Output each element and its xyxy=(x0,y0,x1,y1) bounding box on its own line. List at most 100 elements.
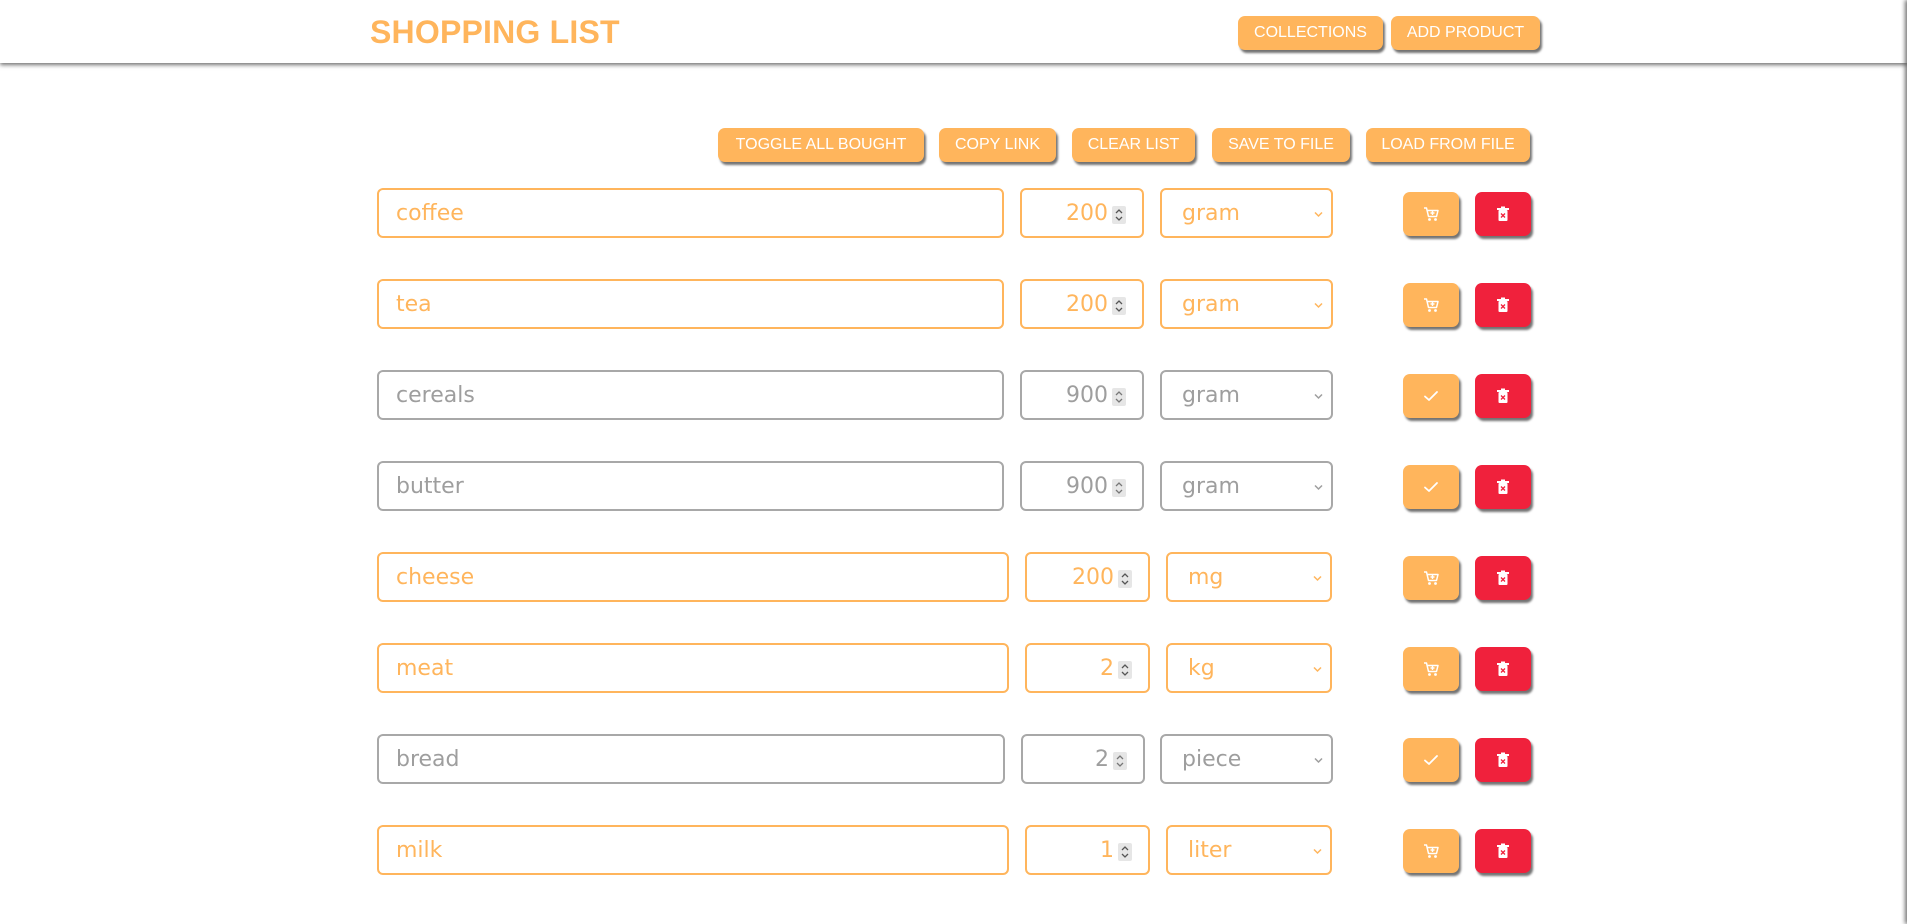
product-name-input[interactable]: meat xyxy=(377,643,1009,693)
trash-icon xyxy=(1497,661,1509,676)
unit-select[interactable]: gram xyxy=(1160,370,1333,420)
cart-icon xyxy=(1424,662,1439,676)
unit-select[interactable]: mg xyxy=(1166,552,1332,602)
unit-value: gram xyxy=(1182,382,1240,408)
trash-icon xyxy=(1497,388,1509,403)
delete-item-button[interactable] xyxy=(1475,192,1531,236)
trash-icon xyxy=(1497,297,1509,312)
save-to-file-button[interactable]: SAVE TO FILE xyxy=(1212,128,1350,162)
collections-button[interactable]: COLLECTIONS xyxy=(1238,16,1383,50)
quantity-value: 900 xyxy=(1066,473,1108,499)
list-item: meat 2 kg xyxy=(0,643,1920,693)
quantity-input[interactable]: 200 xyxy=(1020,279,1144,329)
unit-value: mg xyxy=(1188,564,1224,590)
quantity-input[interactable]: 900 xyxy=(1020,461,1144,511)
quantity-spinner-icon[interactable] xyxy=(1112,206,1126,224)
toggle-bought-button[interactable] xyxy=(1403,283,1459,327)
unit-value: gram xyxy=(1182,291,1240,317)
delete-item-button[interactable] xyxy=(1475,647,1531,691)
product-name-input[interactable]: milk xyxy=(377,825,1009,875)
unit-value: kg xyxy=(1188,655,1215,681)
clear-list-button[interactable]: CLEAR LIST xyxy=(1072,128,1195,162)
product-name-input[interactable]: tea xyxy=(377,279,1004,329)
delete-item-button[interactable] xyxy=(1475,829,1531,873)
quantity-value: 200 xyxy=(1066,291,1108,317)
unit-value: gram xyxy=(1182,473,1240,499)
product-name-input[interactable]: bread xyxy=(377,734,1005,784)
chevron-down-icon xyxy=(1314,484,1323,491)
top-navbar: SHOPPING LIST COLLECTIONS ADD PRODUCT xyxy=(0,0,1907,63)
app-title[interactable]: SHOPPING LIST xyxy=(370,14,620,51)
quantity-input[interactable]: 1 xyxy=(1025,825,1150,875)
unit-select[interactable]: gram xyxy=(1160,188,1333,238)
product-name-input[interactable]: cheese xyxy=(377,552,1009,602)
check-icon xyxy=(1424,482,1438,492)
quantity-spinner-icon[interactable] xyxy=(1118,843,1132,861)
list-item: coffee 200 gram xyxy=(0,188,1920,238)
delete-item-button[interactable] xyxy=(1475,738,1531,782)
vertical-scrollbar[interactable] xyxy=(1907,0,1920,924)
unit-select[interactable]: piece xyxy=(1160,734,1333,784)
toggle-bought-button[interactable] xyxy=(1403,556,1459,600)
quantity-spinner-icon[interactable] xyxy=(1118,661,1132,679)
copy-link-button[interactable]: COPY LINK xyxy=(939,128,1056,162)
quantity-input[interactable]: 2 xyxy=(1025,643,1150,693)
chevron-down-icon xyxy=(1313,848,1322,855)
trash-icon xyxy=(1497,206,1509,221)
quantity-value: 1 xyxy=(1100,837,1114,863)
list-item: tea 200 gram xyxy=(0,279,1920,329)
unit-value: gram xyxy=(1182,200,1240,226)
product-name-input[interactable]: butter xyxy=(377,461,1004,511)
unit-select[interactable]: liter xyxy=(1166,825,1332,875)
add-product-button[interactable]: ADD PRODUCT xyxy=(1391,16,1540,50)
quantity-spinner-icon[interactable] xyxy=(1112,297,1126,315)
list-item: cheese 200 mg xyxy=(0,552,1920,602)
trash-icon xyxy=(1497,570,1509,585)
quantity-value: 2 xyxy=(1095,746,1109,772)
cart-icon xyxy=(1424,571,1439,585)
toggle-bought-button[interactable] xyxy=(1403,738,1459,782)
list-item: milk 1 liter xyxy=(0,825,1920,875)
unit-value: liter xyxy=(1188,837,1232,863)
toggle-bought-button[interactable] xyxy=(1403,374,1459,418)
product-name-input[interactable]: coffee xyxy=(377,188,1004,238)
chevron-down-icon xyxy=(1314,757,1323,764)
chevron-down-icon xyxy=(1314,302,1323,309)
list-item: cereals 900 gram xyxy=(0,370,1920,420)
delete-item-button[interactable] xyxy=(1475,283,1531,327)
quantity-input[interactable]: 2 xyxy=(1021,734,1145,784)
chevron-down-icon xyxy=(1314,211,1323,218)
chevron-down-icon xyxy=(1313,666,1322,673)
unit-select[interactable]: gram xyxy=(1160,461,1333,511)
quantity-value: 2 xyxy=(1100,655,1114,681)
trash-icon xyxy=(1497,843,1509,858)
trash-icon xyxy=(1497,479,1509,494)
quantity-spinner-icon[interactable] xyxy=(1113,752,1127,770)
quantity-value: 200 xyxy=(1072,564,1114,590)
quantity-input[interactable]: 200 xyxy=(1025,552,1150,602)
product-name-input[interactable]: cereals xyxy=(377,370,1004,420)
chevron-down-icon xyxy=(1314,393,1323,400)
quantity-spinner-icon[interactable] xyxy=(1112,479,1126,497)
list-item: bread 2 piece xyxy=(0,734,1920,784)
delete-item-button[interactable] xyxy=(1475,465,1531,509)
quantity-spinner-icon[interactable] xyxy=(1112,388,1126,406)
load-from-file-button[interactable]: LOAD FROM FILE xyxy=(1366,128,1530,162)
quantity-input[interactable]: 900 xyxy=(1020,370,1144,420)
unit-select[interactable]: kg xyxy=(1166,643,1332,693)
delete-item-button[interactable] xyxy=(1475,556,1531,600)
delete-item-button[interactable] xyxy=(1475,374,1531,418)
toggle-all-bought-button[interactable]: TOGGLE ALL BOUGHT xyxy=(718,128,924,162)
quantity-value: 900 xyxy=(1066,382,1108,408)
toggle-bought-button[interactable] xyxy=(1403,647,1459,691)
quantity-input[interactable]: 200 xyxy=(1020,188,1144,238)
chevron-down-icon xyxy=(1313,575,1322,582)
toggle-bought-button[interactable] xyxy=(1403,192,1459,236)
unit-value: piece xyxy=(1182,746,1242,772)
toggle-bought-button[interactable] xyxy=(1403,829,1459,873)
check-icon xyxy=(1424,391,1438,401)
check-icon xyxy=(1424,755,1438,765)
quantity-spinner-icon[interactable] xyxy=(1118,570,1132,588)
unit-select[interactable]: gram xyxy=(1160,279,1333,329)
toggle-bought-button[interactable] xyxy=(1403,465,1459,509)
